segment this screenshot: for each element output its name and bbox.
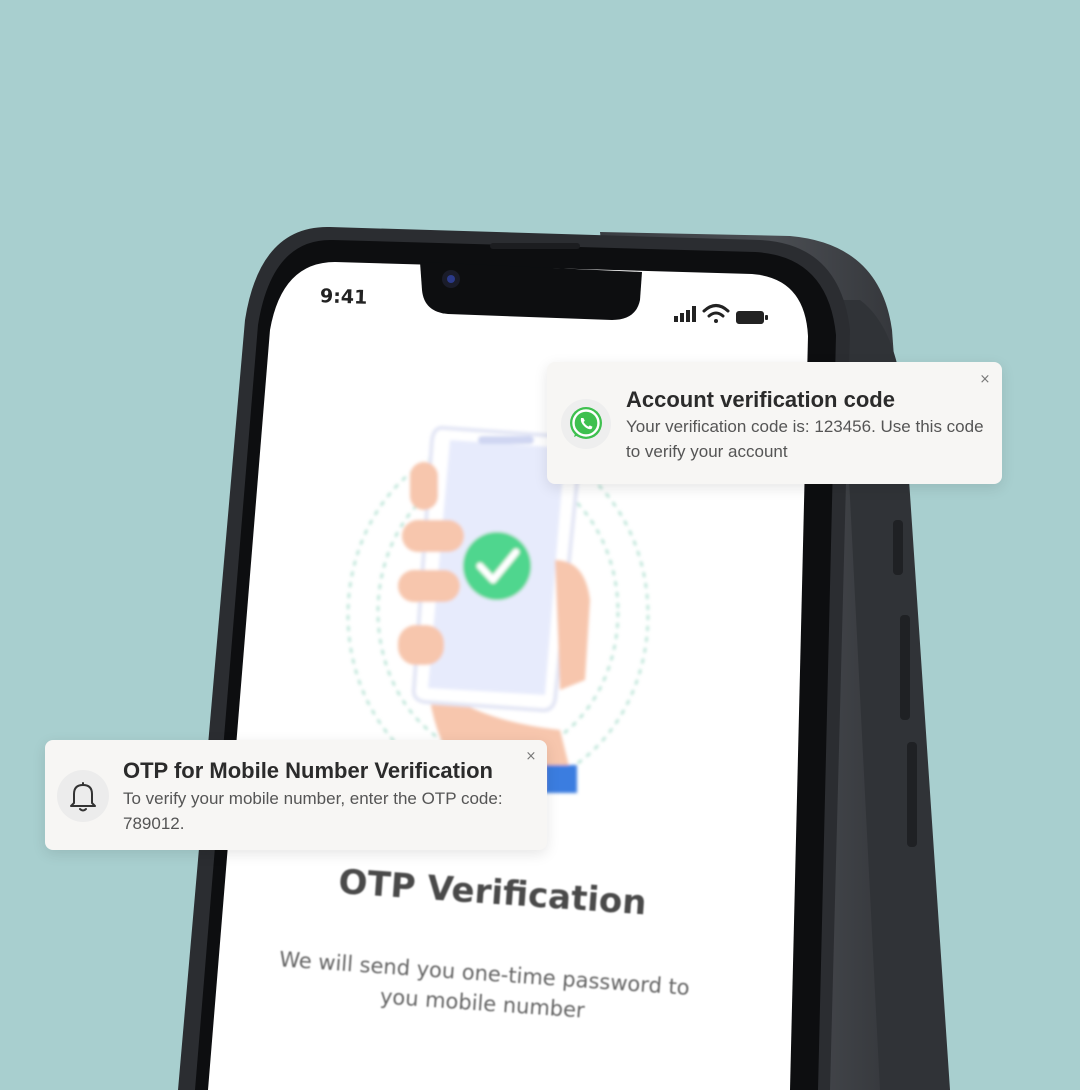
whatsapp-icon — [561, 399, 611, 449]
battery-icon — [736, 311, 768, 324]
close-icon[interactable]: × — [524, 750, 538, 764]
volume-up-button — [900, 615, 910, 720]
stage: 9:41 OTP Verification We will send you o… — [0, 0, 1080, 1090]
notification-otp[interactable]: OTP for Mobile Number Verification To ve… — [45, 740, 547, 850]
side-button — [893, 520, 903, 575]
bell-icon — [57, 770, 109, 822]
volume-down-button — [907, 742, 917, 847]
notification-whatsapp[interactable]: Account verification code Your verificat… — [547, 362, 1002, 484]
close-icon[interactable]: × — [978, 373, 992, 387]
notification-body: To verify your mobile number, enter the … — [123, 789, 503, 833]
notification-title: Account verification code — [626, 387, 895, 412]
phone-device — [178, 226, 950, 1090]
notification-body: Your verification code is: 123456. Use t… — [626, 417, 984, 461]
notification-title: OTP for Mobile Number Verification — [123, 758, 493, 783]
